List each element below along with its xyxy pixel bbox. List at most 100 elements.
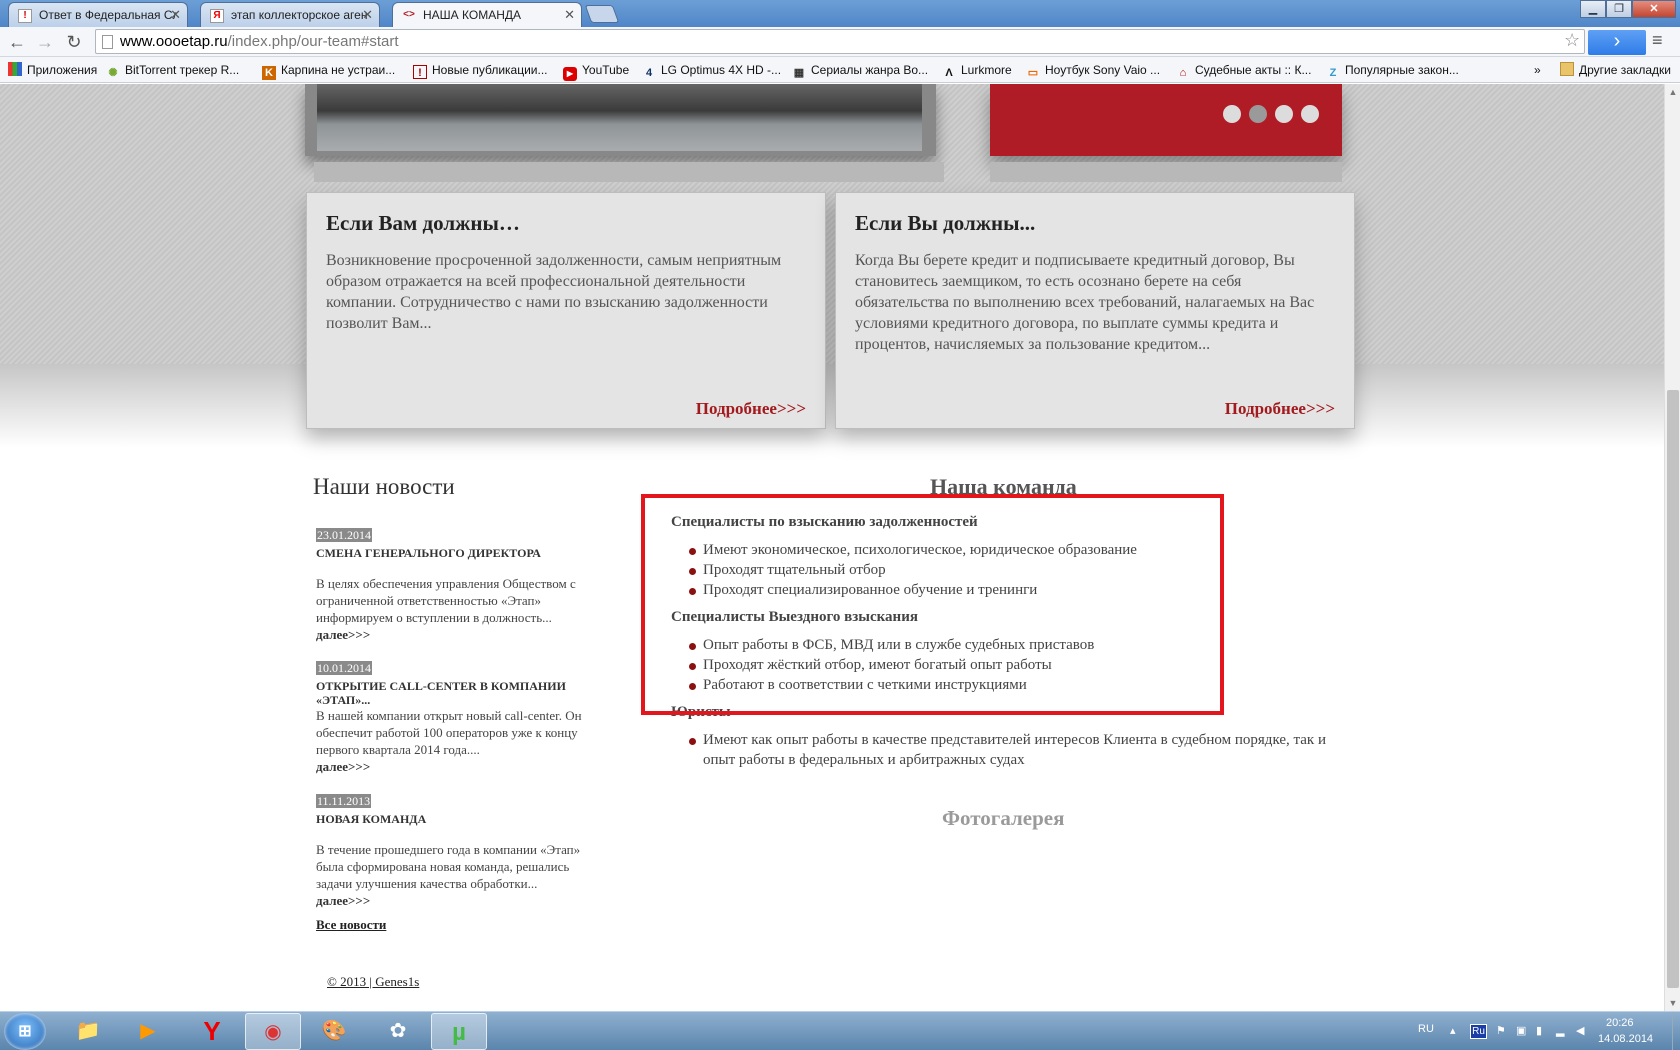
bookmark-item[interactable]: ▶ YouTube	[563, 57, 629, 83]
slider-dot-active[interactable]	[1249, 105, 1267, 123]
windows-taskbar: ⊞ 📁 ▶ Y ◉ 🎨 ✿ µ RU ▴ Ru ⚑ ▣ ▮ ▂ ◀ 20:26 …	[0, 1011, 1680, 1050]
bookmark-item[interactable]: ✺ BitTorrent трекер R...	[106, 57, 239, 83]
bookmark-item[interactable]: ▦ Сериалы жанра Во...	[792, 57, 928, 83]
go-button[interactable]: ›	[1588, 30, 1646, 55]
minimize-button[interactable]: ▁	[1580, 0, 1606, 18]
browser-tab-active[interactable]: <> НАША КОМАНДА ✕	[392, 2, 582, 27]
maximize-button[interactable]: ❐	[1606, 0, 1632, 18]
news-more-link[interactable]: далее>>>	[316, 759, 370, 774]
device-icon[interactable]: ▣	[1516, 1025, 1528, 1037]
qip-icon[interactable]: ✿	[370, 1013, 426, 1050]
tray-expand-icon[interactable]: ▴	[1450, 1025, 1462, 1037]
news-date: 11.11.2013	[316, 794, 372, 808]
reload-icon[interactable]: ↻	[63, 31, 85, 53]
yandex-browser-icon[interactable]: Y	[184, 1013, 240, 1050]
slider-dot[interactable]	[1275, 105, 1293, 123]
slider-dot[interactable]	[1223, 105, 1241, 123]
card-title: Если Вам должны…	[326, 211, 520, 235]
media-player-icon[interactable]: ▶	[120, 1013, 176, 1050]
clock-time[interactable]: 20:26	[1606, 1017, 1634, 1029]
keyboard-layout-badge[interactable]: Ru	[1470, 1024, 1487, 1039]
browser-tab[interactable]: ! Ответ в Федеральная Слу ✕	[8, 2, 188, 27]
tab-title: Ответ в Федеральная Слу	[39, 8, 177, 22]
alert-icon: !	[413, 65, 427, 79]
news-headline[interactable]: НОВАЯ КОМАНДА	[316, 812, 601, 826]
utorrent-icon[interactable]: µ	[431, 1013, 487, 1050]
bookmark-apps[interactable]: Приложения	[8, 57, 97, 83]
bookmark-item[interactable]: Λ Lurkmore	[942, 57, 1012, 83]
site-favicon-icon: <>	[403, 9, 415, 20]
signal-icon[interactable]: ▂	[1556, 1025, 1568, 1037]
forward-arrow-icon[interactable]: →	[34, 31, 56, 53]
news-text: В целях обеспечения управления Обществом…	[316, 576, 576, 625]
z-icon: Z	[1329, 67, 1337, 79]
news-more-link[interactable]: далее>>>	[316, 893, 370, 908]
bookmark-item[interactable]: Z Популярные закон...	[1326, 57, 1459, 83]
paint-icon[interactable]: 🎨	[306, 1013, 362, 1050]
show-desktop-button[interactable]	[1672, 1012, 1680, 1050]
bookmark-label: LG Optimus 4X HD -...	[661, 63, 782, 77]
scroll-up-arrow-icon[interactable]: ▲	[1665, 84, 1680, 100]
language-indicator[interactable]: RU	[1418, 1023, 1434, 1035]
volume-icon[interactable]: ◀	[1576, 1025, 1588, 1037]
address-bar[interactable]: www.oooetap.ru/index.php/our-team#start	[95, 29, 1585, 54]
tab-close-icon[interactable]: ✕	[362, 3, 373, 27]
close-window-button[interactable]: ✕	[1632, 0, 1676, 18]
url-path: /index.php/our-team#start	[227, 33, 399, 50]
scroll-thumb[interactable]	[1667, 390, 1679, 988]
banner-photo-frame	[305, 84, 936, 156]
other-bookmarks-label: Другие закладки	[1579, 63, 1671, 77]
start-button[interactable]: ⊞	[4, 1013, 46, 1050]
team-list: Имеют как опыт работы в качестве предста…	[689, 730, 1339, 770]
network-icon[interactable]: ▮	[1536, 1025, 1548, 1037]
news-heading: Наши новости	[313, 474, 455, 499]
tab-close-icon[interactable]: ✕	[170, 3, 181, 27]
system-tray: RU ▴ Ru ⚑ ▣ ▮ ▂ ◀ 20:26 14.08.2014	[1410, 1012, 1680, 1050]
scroll-down-arrow-icon[interactable]: ▼	[1665, 995, 1680, 1011]
other-bookmarks-folder[interactable]: Другие закладки	[1560, 57, 1671, 83]
gallery-heading: Фотогалерея	[942, 806, 1065, 830]
news-date: 23.01.2014	[316, 528, 372, 542]
slider-panel	[990, 84, 1342, 156]
news-headline[interactable]: ОТКРЫТИЕ CALL-CENTER В КОМПАНИИ «ЭТАП»..…	[316, 679, 601, 707]
card-more-link[interactable]: Подробнее>>>	[696, 399, 806, 419]
slider-dot[interactable]	[1301, 105, 1319, 123]
card-title: Если Вы должны...	[855, 211, 1036, 235]
bookmark-item[interactable]: ⌂ Судебные акты :: К...	[1176, 57, 1312, 83]
address-url[interactable]: www.oooetap.ru/index.php/our-team#start	[120, 30, 399, 53]
menu-icon[interactable]: ≡	[1652, 30, 1663, 51]
news-more-link[interactable]: далее>>>	[316, 627, 370, 642]
bookmark-label: Ноутбук Sony Vaio ...	[1045, 63, 1161, 77]
bookmark-item[interactable]: 4 LG Optimus 4X HD -...	[642, 57, 781, 83]
all-news-link[interactable]: Все новости	[316, 917, 386, 933]
footer-copyright[interactable]: © 2013 | Genes1s	[327, 974, 419, 990]
bookmark-item[interactable]: K Карпина не устраи...	[262, 57, 395, 83]
chrome-icon[interactable]: ◉	[245, 1013, 301, 1050]
explorer-icon[interactable]: 📁	[60, 1013, 116, 1050]
lurkmore-icon: Λ	[945, 67, 953, 79]
new-tab-button[interactable]	[584, 5, 620, 23]
browser-tab[interactable]: Я этап коллекторское аген ✕	[200, 2, 380, 27]
page-scrollbar[interactable]: ▲ ▼	[1664, 84, 1680, 1011]
banner-photo	[317, 84, 922, 151]
bookmark-label: Популярные закон...	[1345, 63, 1459, 77]
bookmark-label: Lurkmore	[961, 63, 1012, 77]
news-headline[interactable]: СМЕНА ГЕНЕРАЛЬНОГО ДИРЕКТОРА	[316, 546, 601, 560]
clock-date[interactable]: 14.08.2014	[1598, 1033, 1653, 1045]
card-more-link[interactable]: Подробнее>>>	[1225, 399, 1335, 419]
page-viewport: Если Вам должны… Возникновение просрочен…	[0, 84, 1664, 1011]
card-text: Когда Вы берете кредит и подписываете кр…	[855, 252, 1315, 353]
bookmark-item[interactable]: ! Новые публикации...	[413, 57, 548, 83]
bookmarks-overflow-chevron-icon[interactable]: »	[1534, 57, 1541, 83]
yandex-favicon-icon: Я	[210, 9, 224, 23]
tab-title: этап коллекторское аген	[231, 8, 368, 22]
shop-icon: ▭	[1027, 67, 1039, 79]
flag-icon[interactable]: ⚑	[1496, 1025, 1508, 1037]
bookmark-item[interactable]: ▭ Ноутбук Sony Vaio ...	[1026, 57, 1160, 83]
tab-close-icon[interactable]: ✕	[564, 3, 575, 27]
info-card-debtors: Если Вы должны... Когда Вы берете кредит…	[835, 192, 1355, 429]
bookmark-star-icon[interactable]: ☆	[1564, 30, 1580, 51]
back-arrow-icon[interactable]: ←	[6, 31, 28, 53]
team-list-item: Имеют как опыт работы в качестве предста…	[689, 730, 1339, 770]
slider-shelf	[990, 162, 1342, 182]
